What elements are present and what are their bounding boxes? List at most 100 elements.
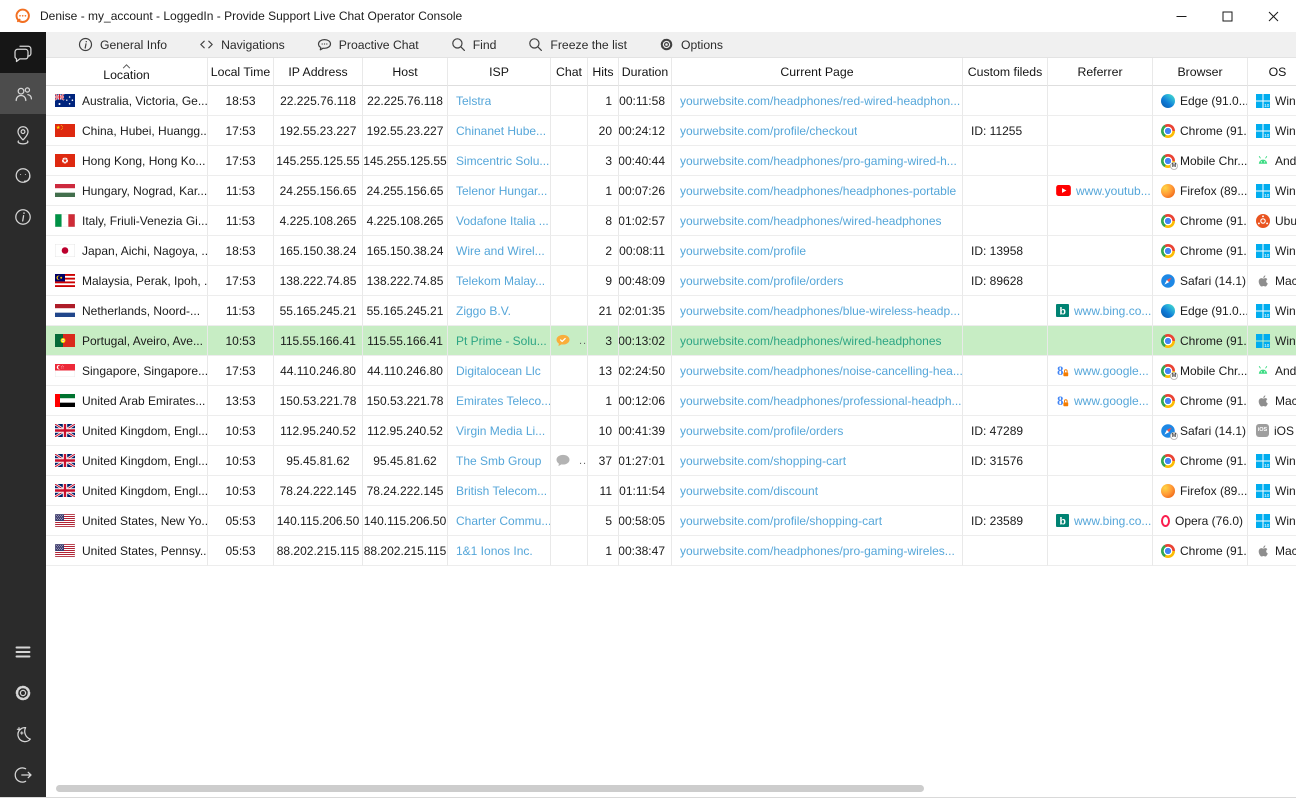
- visitor-row[interactable]: Hong Kong, Hong Ko...17:53145.255.125.55…: [46, 146, 1296, 176]
- current-page-link[interactable]: yourwebsite.com/discount: [680, 484, 818, 498]
- maximize-button[interactable]: [1204, 0, 1250, 32]
- isp-link[interactable]: 1&1 Ionos Inc.: [456, 544, 533, 558]
- visitor-row[interactable]: United Arab Emirates...13:53150.53.221.7…: [46, 386, 1296, 416]
- current-page-link[interactable]: yourwebsite.com/headphones/pro-gaming-wi…: [680, 154, 957, 168]
- freeze-list-button[interactable]: Freeze the list: [528, 37, 627, 52]
- general-info-button[interactable]: General Info: [78, 37, 167, 52]
- current-page-link[interactable]: yourwebsite.com/profile/orders: [680, 274, 843, 288]
- visitor-row[interactable]: Hungary, Nograd, Kar...11:5324.255.156.6…: [46, 176, 1296, 206]
- isp-link[interactable]: Telekom Malay...: [456, 274, 545, 288]
- visitor-row[interactable]: China, Hubei, Huangg...17:53192.55.23.22…: [46, 116, 1296, 146]
- column-header-browser[interactable]: Browser: [1153, 58, 1248, 86]
- visitor-row[interactable]: Australia, Victoria, Ge...18:5322.225.76…: [46, 86, 1296, 116]
- minimize-button[interactable]: [1158, 0, 1204, 32]
- visitor-row[interactable]: United States, New Yo...05:53140.115.206…: [46, 506, 1296, 536]
- local-time-cell: 17:53: [208, 116, 274, 146]
- isp-link[interactable]: Simcentric Solu...: [456, 154, 549, 168]
- current-page-link[interactable]: yourwebsite.com/profile/checkout: [680, 124, 857, 138]
- visitor-row[interactable]: United Kingdom, Engl...10:5378.24.222.14…: [46, 476, 1296, 506]
- host-cell: 55.165.245.21: [363, 296, 448, 326]
- sidebar-item-menu[interactable]: [0, 631, 46, 672]
- isp-link[interactable]: Digitalocean Llc: [456, 364, 541, 378]
- column-header-ip[interactable]: IP Address: [274, 58, 363, 86]
- isp-link[interactable]: British Telecom...: [456, 484, 547, 498]
- isp-link[interactable]: Chinanet Hube...: [456, 124, 546, 138]
- column-header-hits[interactable]: Hits: [588, 58, 619, 86]
- navigations-button[interactable]: Navigations: [199, 37, 285, 52]
- current-page-cell: yourwebsite.com/shopping-cart: [672, 446, 963, 476]
- visitor-row[interactable]: United States, Pennsy...05:5388.202.215.…: [46, 536, 1296, 566]
- sidebar-item-theme-toggle[interactable]: [0, 713, 46, 754]
- isp-link[interactable]: Telenor Hungar...: [456, 184, 547, 198]
- visitor-row[interactable]: Portugal, Aveiro, Ave...10:53115.55.166.…: [46, 326, 1296, 356]
- current-page-link[interactable]: yourwebsite.com/headphones/blue-wireless…: [680, 304, 960, 318]
- sidebar-item-info[interactable]: [0, 196, 46, 237]
- column-header-isp[interactable]: ISP: [448, 58, 551, 86]
- visitor-row[interactable]: Italy, Friuli-Venezia Gi...11:534.225.10…: [46, 206, 1296, 236]
- close-button[interactable]: [1250, 0, 1296, 32]
- current-page-link[interactable]: yourwebsite.com/headphones/red-wired-hea…: [680, 94, 960, 108]
- sidebar-item-settings[interactable]: [0, 672, 46, 713]
- isp-link[interactable]: Vodafone Italia ...: [456, 214, 549, 228]
- current-page-link[interactable]: yourwebsite.com/headphones/pro-gaming-wi…: [680, 544, 955, 558]
- visitor-row[interactable]: Japan, Aichi, Nagoya, ...18:53165.150.38…: [46, 236, 1296, 266]
- isp-link[interactable]: The Smb Group: [456, 454, 541, 468]
- isp-cell: British Telecom...: [448, 476, 551, 506]
- isp-cell: Vodafone Italia ...: [448, 206, 551, 236]
- host-cell: 24.255.156.65: [363, 176, 448, 206]
- column-header-chat[interactable]: Chat: [551, 58, 588, 86]
- referrer-link[interactable]: www.google...: [1074, 364, 1149, 378]
- safari-browser-icon: [1161, 274, 1175, 288]
- isp-link[interactable]: Telstra: [456, 94, 491, 108]
- custom-fields-cell: ID: 13958: [963, 236, 1048, 266]
- visitor-row[interactable]: Singapore, Singapore...17:5344.110.246.8…: [46, 356, 1296, 386]
- column-header-custom_fields[interactable]: Custom fileds: [963, 58, 1048, 86]
- column-header-os[interactable]: OS: [1248, 58, 1296, 86]
- current-page-link[interactable]: yourwebsite.com/headphones/wired-headpho…: [680, 214, 942, 228]
- isp-link[interactable]: Virgin Media Li...: [456, 424, 545, 438]
- visitor-row[interactable]: Malaysia, Perak, Ipoh, ...17:53138.222.7…: [46, 266, 1296, 296]
- current-page-link[interactable]: yourwebsite.com/profile/shopping-cart: [680, 514, 882, 528]
- column-header-location[interactable]: Location: [46, 58, 208, 86]
- column-header-host[interactable]: Host: [363, 58, 448, 86]
- sidebar-item-chats[interactable]: [0, 32, 46, 73]
- chrome-browser-icon: [1161, 394, 1175, 408]
- current-page-link[interactable]: yourwebsite.com/headphones/professional-…: [680, 394, 962, 408]
- column-header-local_time[interactable]: Local Time: [208, 58, 274, 86]
- current-page-link[interactable]: yourwebsite.com/headphones/wired-headpho…: [680, 334, 942, 348]
- column-header-referrer[interactable]: Referrer: [1048, 58, 1153, 86]
- current-page-link[interactable]: yourwebsite.com/headphones/headphones-po…: [680, 184, 956, 198]
- isp-cell: Wire and Wirel...: [448, 236, 551, 266]
- sidebar-item-support[interactable]: [0, 155, 46, 196]
- find-button[interactable]: Find: [451, 37, 497, 52]
- current-page-link[interactable]: yourwebsite.com/profile/orders: [680, 424, 843, 438]
- current-page-link[interactable]: yourwebsite.com/profile: [680, 244, 806, 258]
- isp-link[interactable]: Ziggo B.V.: [456, 304, 511, 318]
- referrer-link[interactable]: www.youtub...: [1076, 184, 1151, 198]
- isp-link[interactable]: Wire and Wirel...: [456, 244, 545, 258]
- isp-link[interactable]: Pt Prime - Solu...: [456, 334, 547, 348]
- options-button[interactable]: Options: [659, 37, 723, 52]
- ip-address-cell: 24.255.156.65: [274, 176, 363, 206]
- sidebar-item-visitor-map[interactable]: [0, 114, 46, 155]
- current-page-link[interactable]: yourwebsite.com/headphones/noise-cancell…: [680, 364, 962, 378]
- isp-cell: Simcentric Solu...: [448, 146, 551, 176]
- proactive-chat-button[interactable]: Proactive Chat: [317, 37, 419, 52]
- referrer-link[interactable]: www.bing.co...: [1074, 304, 1151, 318]
- sidebar-item-logout[interactable]: [0, 754, 46, 795]
- visitor-row[interactable]: United Kingdom, Engl...10:53112.95.240.5…: [46, 416, 1296, 446]
- isp-link[interactable]: Charter Commu...: [456, 514, 550, 528]
- current-page-cell: yourwebsite.com/headphones/headphones-po…: [672, 176, 963, 206]
- referrer-link[interactable]: www.google...: [1074, 394, 1149, 408]
- horizontal-scrollbar-thumb[interactable]: [56, 785, 924, 792]
- current-page-link[interactable]: yourwebsite.com/shopping-cart: [680, 454, 846, 468]
- visitor-row[interactable]: Netherlands, Noord-...11:5355.165.245.21…: [46, 296, 1296, 326]
- visitor-row[interactable]: United Kingdom, Engl...10:5395.45.81.629…: [46, 446, 1296, 476]
- isp-link[interactable]: Emirates Teleco...: [456, 394, 550, 408]
- column-header-duration[interactable]: Duration: [619, 58, 672, 86]
- referrer-link[interactable]: www.bing.co...: [1074, 514, 1151, 528]
- browser-cell: Chrome (91...: [1153, 386, 1248, 416]
- column-header-current_page[interactable]: Current Page: [672, 58, 963, 86]
- sidebar-item-visitors[interactable]: [0, 73, 46, 114]
- windows-os-icon: 10: [1256, 244, 1270, 258]
